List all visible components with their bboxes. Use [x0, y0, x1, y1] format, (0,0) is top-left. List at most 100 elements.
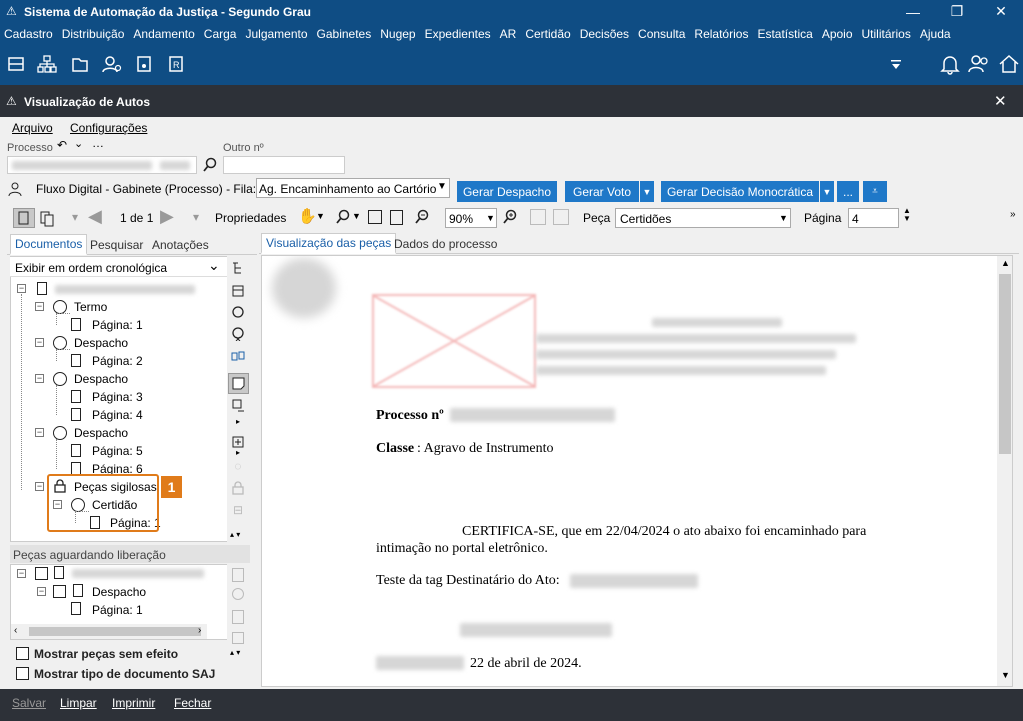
- peca-select[interactable]: Certidões ▼: [615, 208, 791, 228]
- order-select[interactable]: Exibir em ordem cronológica ⌄: [10, 257, 227, 277]
- tree-page[interactable]: Página: 5: [92, 444, 143, 458]
- aguardando-checkbox[interactable]: [35, 567, 48, 580]
- menu-julgamento[interactable]: Julgamento: [245, 27, 307, 41]
- move-icon[interactable]: [232, 632, 244, 644]
- zoom-in-icon[interactable]: [502, 209, 518, 225]
- scroll-up-down-icon[interactable]: ▴ ▾: [230, 648, 240, 657]
- menu-carga[interactable]: Carga: [204, 27, 237, 41]
- gerar-voto-dropdown[interactable]: ▼: [640, 181, 654, 202]
- page-stepper[interactable]: ▲ ▼: [903, 207, 911, 223]
- restore-button[interactable]: ❐: [935, 0, 979, 23]
- salvar-button[interactable]: Salvar: [12, 696, 46, 710]
- zoom-select[interactable]: 90% ▼: [445, 208, 497, 228]
- menu-certidao[interactable]: Certidão: [525, 27, 570, 41]
- tree-termo[interactable]: Termo: [74, 300, 107, 314]
- menu-distribuicao[interactable]: Distribuição: [62, 27, 125, 41]
- menu-decisoes[interactable]: Decisões: [580, 27, 629, 41]
- export-page-icon[interactable]: [553, 209, 569, 225]
- collapse-toggle[interactable]: −: [35, 482, 44, 491]
- limpar-button[interactable]: Limpar: [60, 696, 97, 710]
- certificate-icon[interactable]: [232, 588, 244, 600]
- folder-icon[interactable]: [68, 52, 92, 76]
- collapse-toggle[interactable]: −: [37, 587, 46, 596]
- document-lock-icon[interactable]: [132, 52, 156, 76]
- more-icon[interactable]: …: [92, 136, 104, 150]
- scroll-up-down-icon[interactable]: ▴ ▾: [230, 530, 240, 539]
- tipo-saj-checkbox[interactable]: [16, 667, 29, 680]
- dropdown-icon[interactable]: [884, 52, 908, 76]
- propriedades-button[interactable]: Propriedades: [215, 211, 286, 225]
- remove-certificate-icon[interactable]: [229, 326, 247, 342]
- tree-view-icon[interactable]: [229, 260, 247, 276]
- zoom-tool-icon[interactable]: [335, 209, 351, 225]
- tab-documentos[interactable]: Documentos: [10, 234, 88, 255]
- collapse-toggle[interactable]: −: [35, 338, 44, 347]
- notification-bell-icon[interactable]: [938, 52, 962, 76]
- close-button[interactable]: ✕: [979, 0, 1023, 23]
- copy-page-icon[interactable]: [530, 209, 546, 225]
- pan-hand-icon[interactable]: ✋: [298, 207, 317, 225]
- menu-relatorios[interactable]: Relatórios: [694, 27, 748, 41]
- menu-arquivo[interactable]: Arquivo: [12, 121, 53, 135]
- document-r-icon[interactable]: R: [164, 52, 188, 76]
- tab-pesquisar[interactable]: Pesquisar: [86, 236, 147, 254]
- vertical-scrollbar[interactable]: ▲ ▼: [997, 256, 1012, 686]
- undo-icon[interactable]: ↶: [57, 138, 67, 152]
- trash-icon[interactable]: [232, 610, 244, 624]
- tree-page[interactable]: Página: 3: [92, 390, 143, 404]
- next-page-icon[interactable]: ▶: [160, 206, 174, 227]
- sem-efeito-checkbox[interactable]: [16, 647, 29, 660]
- imprimir-button[interactable]: Imprimir: [112, 696, 155, 710]
- menu-configuracoes[interactable]: Configurações: [70, 121, 147, 135]
- menu-ar[interactable]: AR: [500, 27, 517, 41]
- collapse-toggle[interactable]: −: [17, 569, 26, 578]
- first-page-icon[interactable]: ▾: [72, 210, 78, 224]
- more-actions-button[interactable]: ...: [837, 181, 859, 202]
- single-page-view-icon[interactable]: [13, 208, 35, 228]
- tree-despacho[interactable]: Despacho: [74, 336, 128, 350]
- release-icon[interactable]: [232, 568, 244, 582]
- tree-page[interactable]: Página: 4: [92, 408, 143, 422]
- tree-page[interactable]: Página: 1: [92, 318, 143, 332]
- menu-apoio[interactable]: Apoio: [822, 27, 853, 41]
- menu-expedientes[interactable]: Expedientes: [425, 27, 491, 41]
- gerar-voto-button[interactable]: Gerar Voto: [565, 181, 639, 202]
- menu-estatistica[interactable]: Estatística: [757, 27, 812, 41]
- fila-select[interactable]: Ag. Encaminhamento ao Cartório ▼: [256, 178, 450, 198]
- collapse-toggle[interactable]: −: [35, 374, 44, 383]
- last-page-icon[interactable]: ▾: [193, 210, 199, 224]
- lock-icon[interactable]: [229, 480, 247, 496]
- multi-page-view-icon[interactable]: [38, 210, 56, 228]
- expand-button[interactable]: ⩡: [863, 181, 887, 202]
- expand-arrow-icon[interactable]: ▸: [236, 448, 240, 457]
- tab-dados[interactable]: Dados do processo: [390, 235, 501, 253]
- unlock-icon[interactable]: ⊟: [229, 502, 247, 518]
- chevron-down-icon[interactable]: ▼: [352, 211, 361, 221]
- minimize-button[interactable]: —: [891, 0, 935, 23]
- horizontal-scrollbar[interactable]: ‹ ›: [11, 624, 207, 639]
- despacho-checkbox[interactable]: [53, 585, 66, 598]
- fit-page-icon[interactable]: [390, 210, 403, 225]
- previous-page-icon[interactable]: ◀: [88, 206, 102, 227]
- search-icon[interactable]: [202, 157, 218, 173]
- org-chart-icon[interactable]: [35, 52, 59, 76]
- processo-input[interactable]: [7, 156, 197, 174]
- collapse-toggle[interactable]: −: [35, 428, 44, 437]
- zoom-out-icon[interactable]: [414, 209, 430, 225]
- menu-andamento[interactable]: Andamento: [133, 27, 194, 41]
- menu-utilitarios[interactable]: Utilitários: [862, 27, 911, 41]
- users-icon[interactable]: [967, 52, 991, 76]
- gerar-despacho-button[interactable]: Gerar Despacho: [457, 181, 557, 202]
- certificate-icon[interactable]: [229, 305, 247, 321]
- tab-visualizacao[interactable]: Visualização das peças: [261, 233, 397, 254]
- aguardando-page[interactable]: Página: 1: [92, 603, 143, 617]
- overflow-chevron-icon[interactable]: »: [1010, 209, 1016, 220]
- expand-arrow-icon[interactable]: ▸: [236, 417, 240, 426]
- outro-input[interactable]: [223, 156, 345, 174]
- compare-icon[interactable]: [229, 348, 247, 364]
- home-icon[interactable]: [997, 52, 1021, 76]
- tree-despacho[interactable]: Despacho: [74, 372, 128, 386]
- subwindow-close-button[interactable]: ✕: [994, 92, 1007, 110]
- pagina-input[interactable]: 4: [848, 208, 899, 228]
- menu-ajuda[interactable]: Ajuda: [920, 27, 951, 41]
